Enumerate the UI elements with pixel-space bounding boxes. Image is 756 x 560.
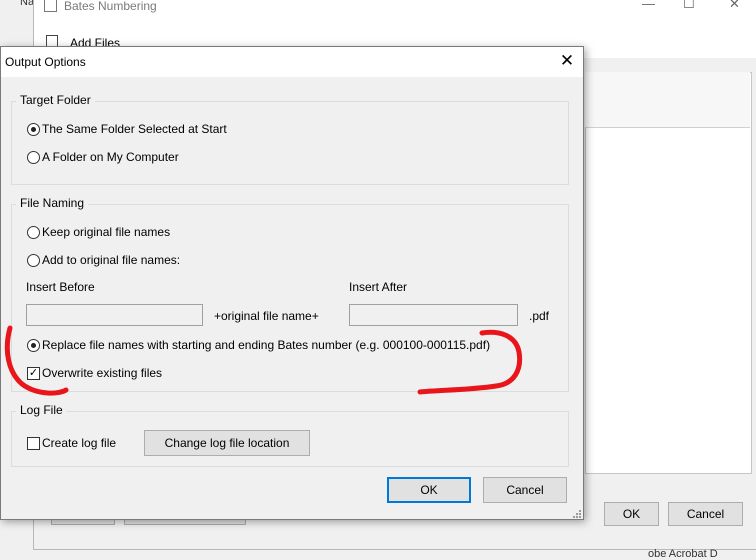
output-options-dialog: Output Options ✕ Target Folder The Same …	[0, 46, 584, 520]
resize-grip-icon[interactable]	[570, 507, 582, 519]
dialog-titlebar: Output Options ✕	[1, 47, 583, 77]
original-file-name-text: +original file name+	[214, 309, 319, 323]
close-icon[interactable]: ✕	[729, 0, 740, 12]
insert-before-label: Insert Before	[26, 280, 95, 294]
background-left-label: Na	[20, 0, 35, 8]
overwrite-label[interactable]: Overwrite existing files	[42, 366, 162, 380]
create-log-label[interactable]: Create log file	[42, 436, 116, 450]
create-log-checkbox[interactable]	[27, 437, 40, 450]
same-folder-radio[interactable]	[27, 123, 40, 136]
my-computer-radio[interactable]	[27, 151, 40, 164]
overwrite-checkbox[interactable]: ✓	[27, 367, 40, 380]
file-list[interactable]	[585, 72, 752, 474]
minimize-icon[interactable]: —	[642, 0, 655, 11]
replace-with-bates-label[interactable]: Replace file names with starting and end…	[42, 338, 490, 352]
background-ok-button[interactable]: OK	[604, 502, 659, 526]
change-log-location-button[interactable]: Change log file location	[144, 430, 310, 456]
background-cancel-button[interactable]: Cancel	[668, 502, 743, 526]
file-list-header	[585, 72, 750, 128]
my-computer-label[interactable]: A Folder on My Computer	[42, 150, 179, 164]
add-to-original-label[interactable]: Add to original file names:	[42, 253, 180, 267]
ok-button[interactable]: OK	[387, 477, 471, 503]
insert-before-input[interactable]	[26, 304, 203, 326]
same-folder-label[interactable]: The Same Folder Selected at Start	[42, 122, 227, 136]
insert-after-input[interactable]	[349, 304, 518, 326]
replace-with-bates-radio[interactable]	[27, 339, 40, 352]
maximize-icon[interactable]: ☐	[683, 0, 695, 12]
close-icon[interactable]: ✕	[557, 51, 577, 71]
add-to-original-radio[interactable]	[27, 254, 40, 267]
pdf-extension-text: .pdf	[529, 309, 550, 323]
file-naming-legend: File Naming	[16, 196, 89, 210]
dialog-title: Output Options	[5, 55, 86, 69]
insert-after-label: Insert After	[349, 280, 408, 294]
keep-original-label[interactable]: Keep original file names	[42, 225, 170, 239]
target-folder-legend: Target Folder	[16, 93, 95, 107]
keep-original-radio[interactable]	[27, 226, 40, 239]
target-folder-group	[11, 101, 569, 185]
pdf-icon	[44, 0, 57, 12]
log-file-legend: Log File	[16, 403, 67, 417]
background-status-text: obe Acrobat D	[648, 548, 718, 560]
cancel-button[interactable]: Cancel	[483, 477, 567, 503]
bates-window-title: Bates Numbering	[64, 0, 157, 13]
